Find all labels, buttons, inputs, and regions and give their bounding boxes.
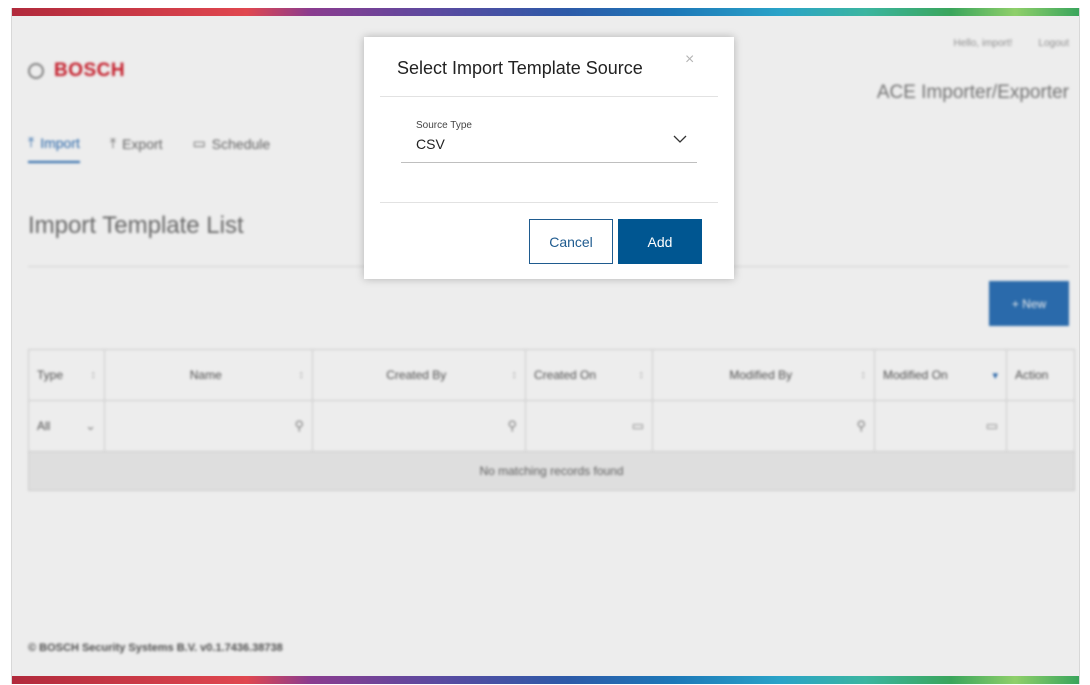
dialog-divider-bottom bbox=[380, 202, 718, 203]
add-button[interactable]: Add bbox=[618, 219, 702, 264]
close-icon[interactable]: × bbox=[685, 51, 694, 69]
bottom-color-band bbox=[12, 676, 1079, 684]
source-type-label: Source Type bbox=[416, 120, 472, 131]
chevron-down-icon bbox=[673, 135, 687, 143]
top-color-band bbox=[12, 8, 1079, 16]
source-type-value: CSV bbox=[416, 136, 445, 152]
dialog-divider-top bbox=[380, 96, 718, 97]
cancel-button[interactable]: Cancel bbox=[529, 219, 613, 264]
source-type-select[interactable]: Source Type CSV bbox=[401, 120, 697, 163]
dialog-title: Select Import Template Source bbox=[397, 58, 643, 78]
select-source-dialog: Select Import Template Source × Source T… bbox=[364, 37, 734, 279]
